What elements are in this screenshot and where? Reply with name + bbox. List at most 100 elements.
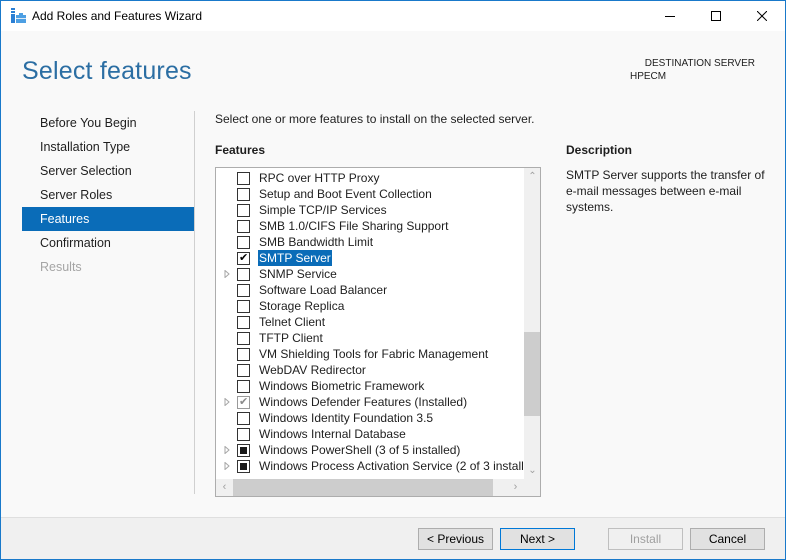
feature-checkbox[interactable] [237, 348, 250, 361]
feature-label[interactable]: SNMP Service [258, 266, 338, 282]
feature-checkbox[interactable] [237, 236, 250, 249]
feature-checkbox[interactable] [237, 332, 250, 345]
feature-row[interactable]: ✔ Windows Defender Features (Installed) [216, 394, 524, 410]
feature-label[interactable]: Windows Internal Database [258, 426, 407, 442]
description-text: SMTP Server supports the transfer of e-m… [566, 168, 765, 214]
feature-label[interactable]: Software Load Balancer [258, 282, 388, 298]
feature-label[interactable]: Windows Defender Features (Installed) [258, 394, 468, 410]
close-button[interactable] [739, 1, 785, 31]
feature-label[interactable]: Storage Replica [258, 298, 345, 314]
feature-checkbox[interactable] [237, 188, 250, 201]
vertical-scroll-thumb[interactable] [524, 332, 540, 416]
feature-checkbox[interactable] [237, 460, 250, 473]
expand-arrow-icon[interactable] [223, 270, 231, 278]
feature-label[interactable]: SMB 1.0/CIFS File Sharing Support [258, 218, 449, 234]
scroll-up-icon[interactable]: ⌃ [524, 168, 540, 185]
feature-checkbox[interactable] [237, 220, 250, 233]
feature-label[interactable]: SMB Bandwidth Limit [258, 234, 374, 250]
maximize-button[interactable] [693, 1, 739, 31]
horizontal-scroll-thumb[interactable] [233, 479, 493, 496]
feature-row[interactable]: Telnet Client [216, 314, 524, 330]
feature-label[interactable]: Windows Identity Foundation 3.5 [258, 410, 434, 426]
horizontal-scrollbar[interactable]: ‹ › [216, 479, 524, 496]
feature-row[interactable]: Windows Internal Database [216, 426, 524, 442]
previous-button-label: < Previous [426, 532, 485, 546]
expand-arrow-icon[interactable] [223, 462, 231, 470]
destination-server-value: HPECM [630, 71, 667, 82]
feature-row[interactable]: Storage Replica [216, 298, 524, 314]
feature-label[interactable]: Windows Biometric Framework [258, 378, 425, 394]
feature-row[interactable]: Windows PowerShell (3 of 5 installed) [216, 442, 524, 458]
scroll-right-icon[interactable]: › [507, 479, 524, 496]
feature-label[interactable]: Telnet Client [258, 314, 326, 330]
feature-label[interactable]: RPC over HTTP Proxy [258, 170, 380, 186]
next-button[interactable]: Next > [500, 528, 575, 550]
feature-checkbox[interactable]: ✔ [237, 252, 250, 265]
feature-checkbox[interactable] [237, 380, 250, 393]
cancel-button-label: Cancel [708, 532, 747, 546]
checkmark-icon: ✔ [239, 396, 249, 408]
nav-item-confirmation[interactable]: Confirmation [22, 231, 194, 255]
feature-row[interactable]: SMB Bandwidth Limit [216, 234, 524, 250]
feature-label[interactable]: SMTP Server [258, 250, 332, 266]
feature-label[interactable]: Windows PowerShell (3 of 5 installed) [258, 442, 461, 458]
window-title: Add Roles and Features Wizard [32, 9, 203, 23]
feature-checkbox[interactable] [237, 268, 250, 281]
feature-checkbox[interactable] [237, 284, 250, 297]
title-bar[interactable]: Add Roles and Features Wizard [1, 1, 785, 31]
previous-button[interactable]: < Previous [418, 528, 493, 550]
nav-divider [194, 111, 195, 494]
feature-row[interactable]: VM Shielding Tools for Fabric Management [216, 346, 524, 362]
wizard-window: Add Roles and Features Wizard Select fea… [0, 0, 786, 560]
feature-label[interactable]: TFTP Client [258, 330, 324, 346]
feature-row[interactable]: Windows Biometric Framework [216, 378, 524, 394]
feature-row[interactable]: Setup and Boot Event Collection [216, 186, 524, 202]
minimize-button[interactable] [647, 1, 693, 31]
description-heading: Description [566, 143, 633, 157]
wizard-nav: Before You Begin Installation Type Serve… [22, 111, 194, 279]
feature-checkbox[interactable] [237, 316, 250, 329]
feature-row[interactable]: RPC over HTTP Proxy [216, 170, 524, 186]
feature-checkbox[interactable] [237, 172, 250, 185]
minimize-icon [665, 16, 675, 17]
feature-checkbox[interactable] [237, 412, 250, 425]
nav-item-server-selection[interactable]: Server Selection [22, 159, 194, 183]
feature-checkbox[interactable] [237, 364, 250, 377]
feature-checkbox[interactable] [237, 444, 250, 457]
scroll-left-icon[interactable]: ‹ [216, 479, 233, 496]
server-manager-icon [11, 8, 26, 23]
feature-row[interactable]: Windows Identity Foundation 3.5 [216, 410, 524, 426]
feature-row[interactable]: SMB 1.0/CIFS File Sharing Support [216, 218, 524, 234]
feature-label[interactable]: VM Shielding Tools for Fabric Management [258, 346, 489, 362]
feature-row[interactable]: Software Load Balancer [216, 282, 524, 298]
feature-row[interactable]: TFTP Client [216, 330, 524, 346]
feature-row[interactable]: Windows Process Activation Service (2 of… [216, 458, 540, 474]
destination-server-label: DESTINATION SERVER [644, 58, 755, 69]
feature-checkbox[interactable] [237, 204, 250, 217]
features-list: RPC over HTTP Proxy Setup and Boot Event … [216, 170, 540, 474]
nav-item-before-you-begin[interactable]: Before You Begin [22, 111, 194, 135]
cancel-button[interactable]: Cancel [690, 528, 765, 550]
feature-checkbox[interactable] [237, 428, 250, 441]
partial-check-icon [240, 447, 247, 454]
feature-checkbox[interactable]: ✔ [237, 396, 250, 409]
expand-arrow-icon[interactable] [223, 398, 231, 406]
feature-label[interactable]: Setup and Boot Event Collection [258, 186, 433, 202]
expand-arrow-icon[interactable] [223, 446, 231, 454]
nav-item-features[interactable]: Features [22, 207, 194, 231]
scroll-down-icon[interactable]: ⌄ [524, 462, 540, 479]
instruction-text: Select one or more features to install o… [215, 112, 535, 126]
feature-checkbox[interactable] [237, 300, 250, 313]
feature-label[interactable]: Simple TCP/IP Services [258, 202, 388, 218]
scrollbar-corner [524, 479, 540, 496]
nav-item-installation-type[interactable]: Installation Type [22, 135, 194, 159]
feature-row[interactable]: SNMP Service [216, 266, 524, 282]
feature-label[interactable]: Windows Process Activation Service (2 of… [258, 458, 540, 474]
feature-row[interactable]: ✔ SMTP Server [216, 250, 524, 266]
feature-row[interactable]: WebDAV Redirector [216, 362, 524, 378]
nav-item-server-roles[interactable]: Server Roles [22, 183, 194, 207]
feature-label[interactable]: WebDAV Redirector [258, 362, 367, 378]
vertical-scrollbar[interactable]: ⌃ ⌄ [524, 168, 540, 479]
feature-row[interactable]: Simple TCP/IP Services [216, 202, 524, 218]
features-tree[interactable]: RPC over HTTP Proxy Setup and Boot Event … [215, 167, 541, 497]
